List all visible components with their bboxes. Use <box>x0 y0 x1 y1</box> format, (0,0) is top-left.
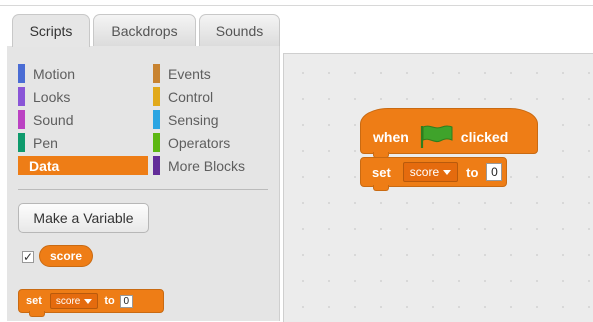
reporter-label: score <box>50 249 83 263</box>
tab-scripts[interactable]: Scripts <box>12 14 90 47</box>
chevron-down-icon <box>84 298 93 304</box>
category-data[interactable]: Data <box>18 156 148 175</box>
category-pen[interactable]: Pen <box>18 133 148 152</box>
tab-sounds[interactable]: Sounds <box>199 14 280 46</box>
category-motion[interactable]: Motion <box>18 64 148 83</box>
category-label: Looks <box>33 88 71 105</box>
block-notch <box>373 185 389 191</box>
category-events[interactable]: Events <box>153 64 273 83</box>
value-input[interactable]: 0 <box>486 163 503 181</box>
clicked-keyword: clicked <box>460 129 509 145</box>
category-looks[interactable]: Looks <box>18 87 148 106</box>
looks-color-swatch <box>18 87 25 106</box>
category-label: Pen <box>33 134 58 151</box>
motion-color-swatch <box>18 64 25 83</box>
category-sensing[interactable]: Sensing <box>153 110 273 129</box>
category-operators[interactable]: Operators <box>153 133 273 152</box>
set-variable-block[interactable]: set score to 0 <box>360 157 507 191</box>
make-variable-button[interactable]: Make a Variable <box>18 203 149 233</box>
tab-backdrops[interactable]: Backdrops <box>93 14 196 46</box>
pen-color-swatch <box>18 133 25 152</box>
score-reporter-block[interactable]: score <box>39 245 94 267</box>
category-label: Motion <box>33 65 76 82</box>
category-sound[interactable]: Sound <box>18 110 148 129</box>
dropdown-value: score <box>409 165 440 179</box>
block-notch <box>29 311 45 317</box>
variable-show-checkbox[interactable]: ✓ <box>22 251 34 263</box>
to-keyword: to <box>466 164 479 180</box>
operators-color-swatch <box>153 133 160 152</box>
sound-color-swatch <box>18 110 25 129</box>
sensing-color-swatch <box>153 110 160 129</box>
to-keyword: to <box>104 295 115 307</box>
green-flag-icon <box>417 123 453 152</box>
when-flag-clicked-block[interactable]: when clicked <box>360 108 538 158</box>
dropdown-value: score <box>55 295 81 307</box>
scripts-area[interactable]: when clicked set score to 0 <box>283 53 593 322</box>
category-label: Operators <box>168 134 231 151</box>
variable-dropdown[interactable]: score <box>49 293 99 309</box>
set-keyword: set <box>26 295 42 307</box>
category-label: Sound <box>33 111 74 128</box>
more-blocks-color-swatch <box>153 156 160 175</box>
set-keyword: set <box>372 164 391 180</box>
category-label: Control <box>168 88 214 105</box>
block-palette: Motion Looks Sound Pen Data Events Contr… <box>7 46 280 321</box>
chevron-down-icon <box>443 169 452 175</box>
palette-set-variable-block[interactable]: set score to 0 <box>18 289 164 317</box>
variable-dropdown[interactable]: score <box>402 162 459 182</box>
category-more-blocks[interactable]: More Blocks <box>153 156 273 175</box>
control-color-swatch <box>153 87 160 106</box>
palette-divider <box>18 189 268 190</box>
category-label: More Blocks <box>168 157 246 174</box>
category-control[interactable]: Control <box>153 87 273 106</box>
category-label: Data <box>29 157 60 174</box>
value-input[interactable]: 0 <box>119 294 133 308</box>
top-divider <box>0 5 593 6</box>
when-keyword: when <box>373 129 409 145</box>
events-color-swatch <box>153 64 160 83</box>
category-label: Sensing <box>168 111 219 128</box>
category-label: Events <box>168 65 211 82</box>
